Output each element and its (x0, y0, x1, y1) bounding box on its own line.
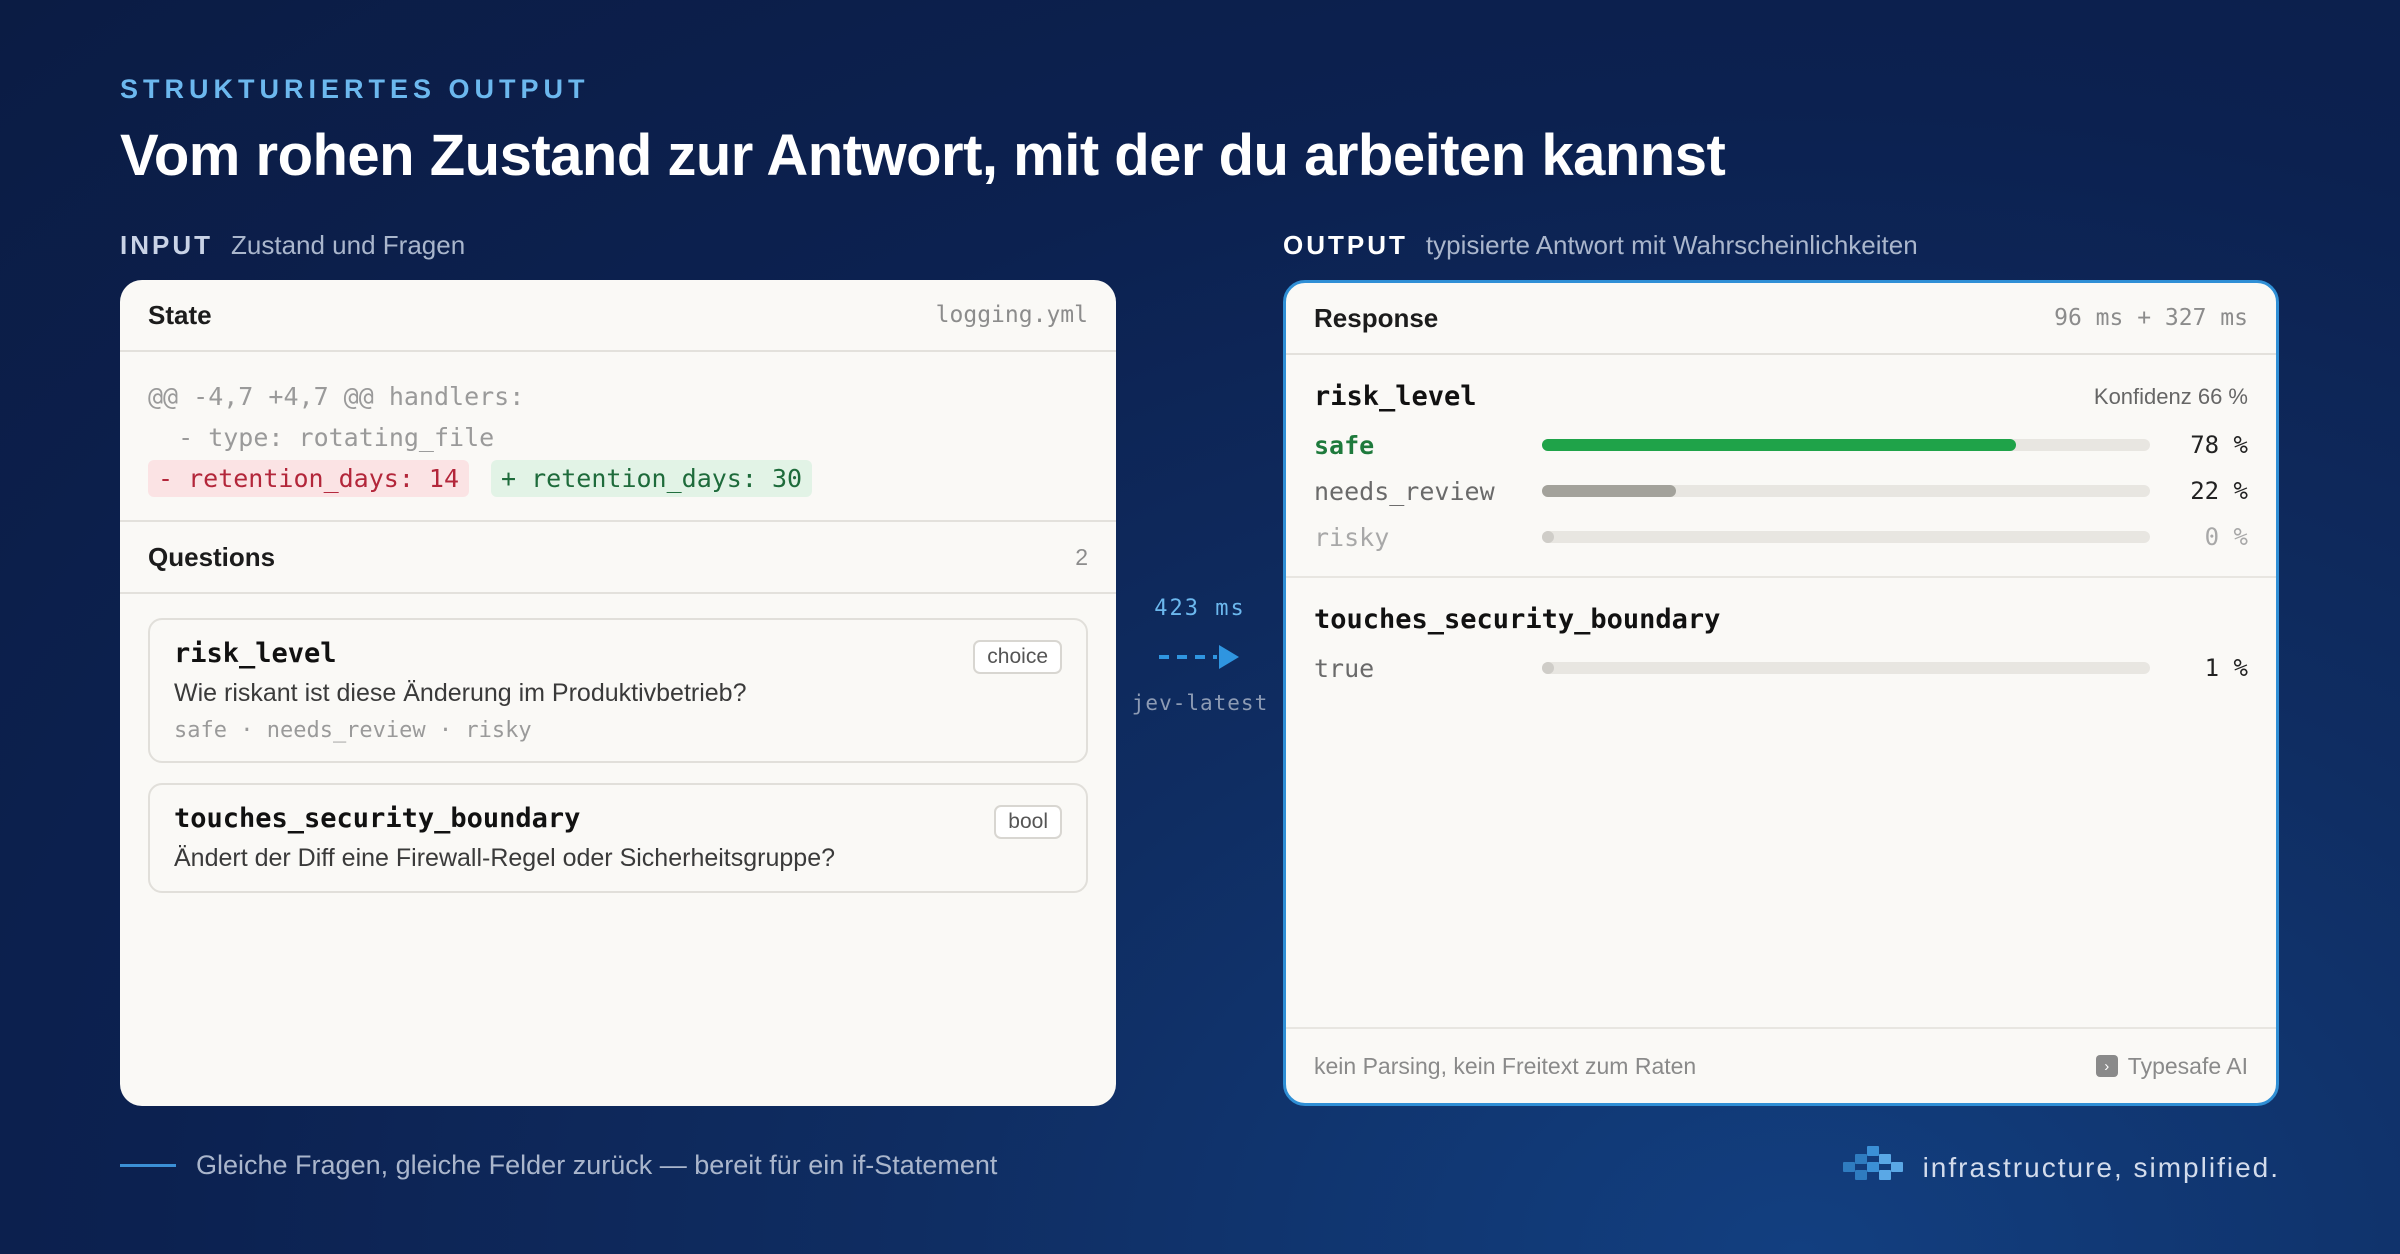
risk-level-section: risk_level Konfidenz 66 % safe 78 % need… (1286, 355, 2276, 560)
prob-row-needs-review: needs_review 22 % (1314, 468, 2248, 514)
tagline-text: Gleiche Fragen, gleiche Felder zurück — … (196, 1150, 998, 1180)
prob-bar (1542, 439, 2017, 451)
field-name: touches_security_boundary (1314, 604, 1721, 635)
company-slogan: infrastructure, simplified. (1842, 1144, 2280, 1191)
response-timing: 96 ms + 327 ms (2054, 305, 2248, 331)
input-label: INPUT Zustand und Fragen (120, 230, 465, 261)
response-title: Response (1314, 302, 1439, 333)
diff-added-line: + retention_days: 30 (491, 460, 813, 497)
prob-bar (1542, 485, 1676, 497)
prob-track (1542, 485, 2150, 497)
question-card-security-boundary[interactable]: touches_security_boundary Ändert der Dif… (148, 783, 1088, 893)
input-label-desc: Zustand und Fragen (231, 230, 466, 260)
prob-label: true (1314, 653, 1375, 683)
prob-row-safe: safe 78 % (1314, 422, 2248, 468)
response-footer: kein Parsing, kein Freitext zum Raten › … (1286, 1027, 2276, 1103)
output-label-desc: typisierte Antwort mit Wahrscheinlichkei… (1425, 230, 1918, 260)
prob-track (1542, 531, 2150, 543)
question-text: Ändert der Diff eine Firewall-Regel oder… (174, 844, 835, 872)
questions-header: Questions 2 (120, 522, 1116, 594)
slogan-text: infrastructure, simplified. (1922, 1151, 2280, 1183)
diff-hunk-line: @@ -4,7 +4,7 @@ handlers: (148, 382, 525, 411)
state-filename: logging.yml (935, 302, 1088, 328)
security-boundary-section: touches_security_boundary true 1 % (1286, 578, 2276, 691)
prob-value: 0 % (2204, 523, 2248, 551)
prob-label: safe (1314, 430, 1375, 460)
cubes-logo-icon (1842, 1144, 1903, 1191)
brand-name: Typesafe AI (2127, 1052, 2248, 1079)
accent-line (120, 1164, 176, 1167)
prob-value: 22 % (2190, 477, 2248, 505)
prob-bar (1542, 662, 1554, 674)
prob-row-risky: risky 0 % (1314, 514, 2248, 560)
state-title: State (148, 299, 212, 330)
chevron-right-icon: › (2095, 1055, 2118, 1077)
output-label: OUTPUT typisierte Antwort mit Wahrscheinl… (1283, 230, 1918, 261)
prob-label: needs_review (1314, 476, 1495, 506)
tagline: Gleiche Fragen, gleiche Felder zurück — … (120, 1150, 997, 1181)
confidence-label: Konfidenz 66 % (2093, 383, 2248, 409)
brand-badge: › Typesafe AI (2095, 1052, 2248, 1080)
output-label-key: OUTPUT (1283, 230, 1408, 260)
field-name: risk_level (1314, 381, 1477, 412)
question-type-badge: bool (994, 805, 1062, 839)
question-text: Wie riskant ist diese Änderung im Produk… (174, 679, 747, 707)
questions-title: Questions (148, 541, 276, 572)
response-header: Response 96 ms + 327 ms (1286, 283, 2276, 355)
question-type-badge: choice (973, 640, 1062, 674)
prob-value: 78 % (2190, 431, 2248, 459)
prob-bar (1542, 531, 1554, 543)
question-options: safe · needs_review · risky (174, 718, 532, 743)
question-card-risk-level[interactable]: risk_level Wie riskant ist diese Änderun… (148, 618, 1088, 763)
state-diff: @@ -4,7 +4,7 @@ handlers: - type: rotati… (120, 352, 1116, 522)
diff-context-line: - type: rotating_file (148, 423, 495, 452)
prob-track (1542, 662, 2150, 674)
page-title: Vom rohen Zustand zur Antwort, mit der d… (120, 123, 1726, 188)
eyebrow: STRUKTURIERTES OUTPUT (120, 74, 590, 104)
prob-track (1542, 439, 2150, 451)
model-label: jev-latest (1131, 691, 1269, 715)
question-name: risk_level (174, 638, 337, 669)
prob-row-true: true 1 % (1314, 645, 2248, 691)
state-header: State logging.yml (120, 280, 1116, 352)
prob-value: 1 % (2204, 654, 2248, 682)
questions-count: 2 (1075, 543, 1088, 570)
input-card: State logging.yml @@ -4,7 +4,7 @@ handle… (120, 280, 1116, 1106)
flow-indicator: 423 ms jev-latest (1130, 596, 1270, 715)
question-name: touches_security_boundary (174, 803, 581, 834)
output-card: Response 96 ms + 327 ms risk_level Konfi… (1283, 280, 2279, 1106)
diff-removed-line: - retention_days: 14 (148, 460, 470, 497)
prob-label: risky (1314, 522, 1390, 552)
latency-label: 423 ms (1154, 596, 1246, 621)
footer-note: kein Parsing, kein Freitext zum Raten (1314, 1052, 1697, 1079)
arrow-right-icon (1130, 637, 1270, 677)
input-label-key: INPUT (120, 230, 213, 260)
